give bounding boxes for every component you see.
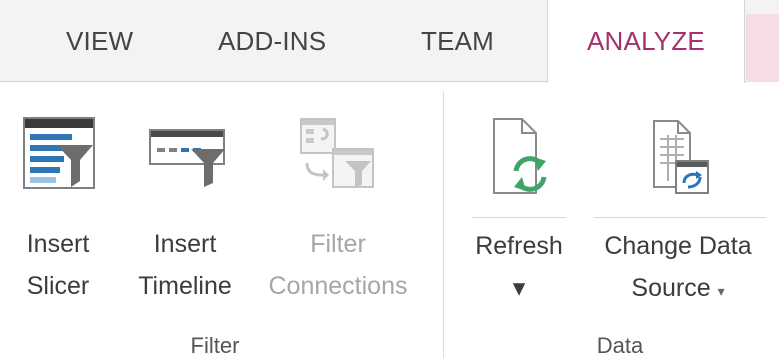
change-data-source-button[interactable]: Change Data Source ▾ [584, 111, 772, 311]
group-label-data: Data [596, 333, 644, 358]
ribbon-tab-strip: VIEW ADD-INS TEAM ANALYZE [0, 0, 779, 84]
timeline-icon [149, 129, 225, 187]
change-data-source-label-text: Source [631, 274, 711, 302]
filter-connections-label-line2: Connections [268, 272, 408, 300]
change-data-source-label-line2[interactable]: Source ▾ [584, 267, 772, 312]
insert-timeline-label-line1: Insert [153, 230, 217, 258]
slicer-icon [23, 117, 95, 189]
tab-view[interactable]: VIEW [66, 0, 133, 82]
tab-add-ins[interactable]: ADD-INS [218, 0, 326, 82]
refresh-split-divider [472, 217, 566, 218]
group-separator [443, 91, 444, 358]
insert-slicer-button[interactable]: Insert Slicer [14, 111, 102, 311]
change-data-source-label-line1: Change Data [604, 232, 752, 260]
contextual-tab-partial[interactable] [746, 14, 779, 82]
tab-team[interactable]: TEAM [421, 0, 494, 82]
filter-connections-button[interactable]: Filter Connections [252, 111, 424, 311]
refresh-icon [493, 118, 547, 194]
filter-connections-label-line1: Filter [310, 230, 366, 258]
filter-connections-icon [300, 118, 374, 188]
change-data-source-dropdown-caret[interactable]: ▾ [718, 283, 725, 299]
insert-timeline-button[interactable]: Insert Timeline [122, 111, 248, 311]
refresh-dropdown-caret[interactable]: ▾ [466, 267, 572, 309]
change-data-source-icon [653, 120, 709, 194]
refresh-label: Refresh [475, 232, 563, 260]
group-label-filter: Filter [190, 333, 240, 358]
insert-slicer-label-line2: Slicer [26, 272, 90, 300]
change-data-source-split-divider [594, 217, 766, 218]
refresh-button[interactable]: Refresh ▾ [466, 111, 572, 311]
tab-analyze[interactable]: ANALYZE [547, 0, 745, 84]
ribbon-panel: Insert Slicer Insert Timeline Filter Con… [0, 83, 779, 358]
insert-timeline-label-line2: Timeline [138, 272, 232, 300]
insert-slicer-label-line1: Insert [26, 230, 90, 258]
